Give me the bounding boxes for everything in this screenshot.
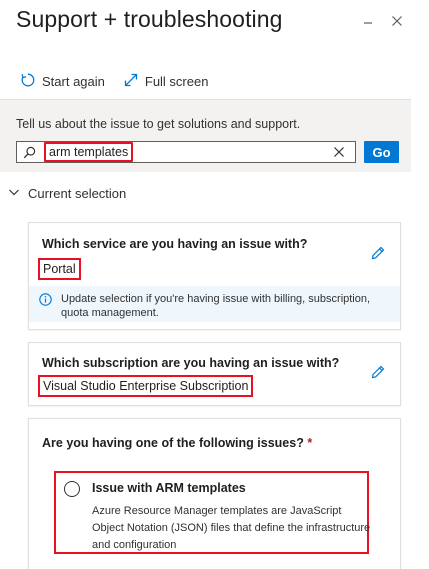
service-card: Which service are you having an issue wi… — [28, 222, 401, 330]
issue-prompt: Tell us about the issue to get solutions… — [16, 117, 301, 131]
subscription-answer: Visual Studio Enterprise Subscription — [38, 375, 254, 397]
clear-icon[interactable] — [331, 144, 347, 160]
info-text: Update selection if you're having issue … — [61, 293, 371, 319]
current-selection-toggle[interactable]: Current selection — [8, 186, 126, 201]
issues-card: Are you having one of the following issu… — [28, 418, 401, 569]
issue-search-input[interactable]: arm templates — [16, 141, 356, 163]
chevron-down-icon — [8, 186, 28, 201]
service-answer: Portal — [38, 258, 81, 280]
issues-question-text: Are you having one of the following issu… — [42, 436, 304, 450]
current-selection-label: Current selection — [28, 186, 127, 201]
search-icon — [17, 146, 41, 159]
search-value: arm templates — [44, 142, 134, 162]
subscription-card: Which subscription are you having an iss… — [28, 342, 401, 406]
subscription-question: Which subscription are you having an iss… — [42, 356, 340, 370]
service-question: Which service are you having an issue wi… — [42, 237, 308, 251]
minimize-icon[interactable] — [357, 10, 379, 32]
page-title: Support + troubleshooting — [16, 6, 283, 32]
edit-subscription-icon[interactable] — [369, 363, 387, 381]
close-icon[interactable] — [386, 10, 408, 32]
expand-icon — [123, 72, 145, 91]
issue-option-title: Issue with ARM templates — [92, 481, 246, 495]
issue-option-description: Azure Resource Manager templates are Jav… — [92, 505, 371, 551]
start-again-button[interactable]: Start again — [20, 72, 105, 91]
issue-search-panel: Tell us about the issue to get solutions… — [0, 100, 411, 172]
issue-option-arm-templates[interactable]: Issue with ARM templates Azure Resource … — [54, 471, 371, 554]
go-button[interactable]: Go — [364, 141, 399, 163]
issues-question: Are you having one of the following issu… — [42, 436, 312, 450]
info-bar: Update selection if you're having issue … — [29, 286, 400, 322]
required-mark: * — [307, 436, 313, 450]
issue-option-radio[interactable] — [64, 481, 80, 497]
toolbar: Start again Full screen — [0, 64, 411, 100]
edit-service-icon[interactable] — [369, 244, 387, 262]
full-screen-button[interactable]: Full screen — [123, 72, 209, 91]
start-again-label: Start again — [42, 74, 105, 89]
info-icon — [39, 293, 52, 311]
full-screen-label: Full screen — [144, 74, 209, 89]
refresh-icon — [20, 72, 42, 91]
